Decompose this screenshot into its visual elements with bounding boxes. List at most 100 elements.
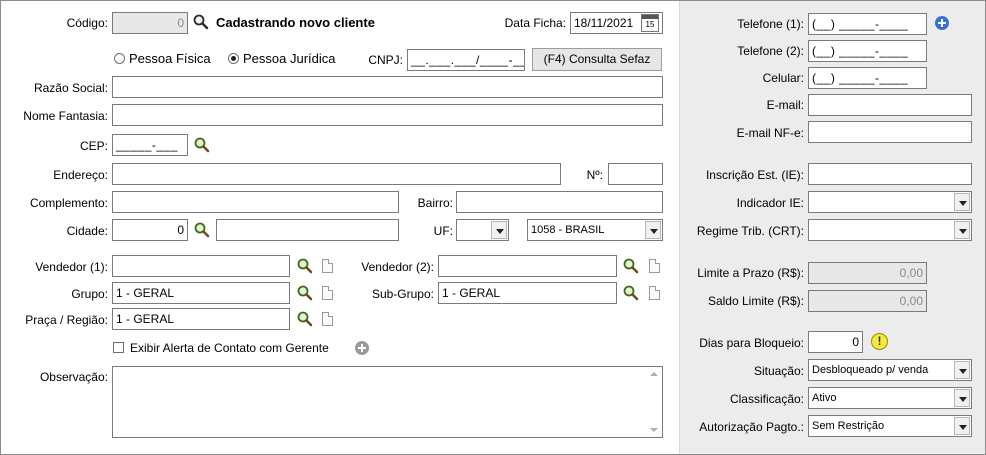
vendedor1-label: Vendedor (1): bbox=[35, 260, 108, 274]
autorizacao-select[interactable]: Sem Restrição bbox=[808, 415, 972, 437]
numero-field[interactable] bbox=[608, 163, 663, 185]
pais-value: 1058 - BRASIL bbox=[531, 224, 605, 236]
subgrupo-document-icon[interactable] bbox=[649, 286, 660, 300]
email-nfe-label: E-mail NF-e: bbox=[736, 126, 804, 140]
chevron-down-icon[interactable] bbox=[954, 389, 970, 407]
complemento-label: Complemento: bbox=[29, 196, 108, 210]
vendedor2-document-icon[interactable] bbox=[649, 259, 660, 273]
dias-bloqueio-label: Dias para Bloqueio: bbox=[699, 336, 804, 350]
saldo-field: 0,00 bbox=[808, 290, 927, 312]
praca-document-icon[interactable] bbox=[322, 312, 333, 326]
cnpj-label: CNPJ: bbox=[368, 53, 403, 67]
telefone2-label: Telefone (2): bbox=[737, 44, 804, 58]
chevron-down-icon[interactable] bbox=[954, 221, 970, 239]
limite-field: 0,00 bbox=[808, 262, 927, 284]
cep-lookup-icon[interactable] bbox=[193, 136, 211, 154]
telefone2-field[interactable]: (__) _____-____ bbox=[808, 40, 927, 62]
autorizacao-value: Sem Restrição bbox=[812, 420, 885, 432]
cep-field[interactable]: _____-___ bbox=[112, 134, 188, 156]
cidade-lookup-icon[interactable] bbox=[193, 221, 211, 239]
complemento-field[interactable] bbox=[112, 191, 399, 213]
vendedor2-lookup-icon[interactable] bbox=[622, 257, 640, 275]
dias-bloqueio-field[interactable]: 0 bbox=[808, 331, 863, 353]
regime-label: Regime Trib. (CRT): bbox=[696, 224, 804, 238]
vendedor1-field[interactable] bbox=[112, 255, 290, 277]
endereco-label: Endereço: bbox=[53, 168, 108, 182]
razao-social-label: Razão Social: bbox=[33, 81, 108, 95]
bairro-label: Bairro: bbox=[417, 196, 453, 210]
pessoa-fisica-label[interactable]: Pessoa Física bbox=[129, 51, 211, 66]
indicador-ie-select[interactable] bbox=[808, 191, 972, 213]
pessoa-fisica-radio[interactable] bbox=[114, 53, 125, 64]
chevron-down-icon[interactable] bbox=[645, 221, 661, 239]
grupo-document-icon[interactable] bbox=[322, 286, 333, 300]
nome-fantasia-label: Nome Fantasia: bbox=[23, 109, 108, 123]
subgrupo-label: Sub-Grupo: bbox=[371, 287, 434, 301]
celular-field[interactable]: (__) _____-____ bbox=[808, 67, 927, 89]
cidade-name-field[interactable] bbox=[216, 219, 399, 241]
codigo-label: Código: bbox=[66, 16, 108, 30]
situacao-select[interactable]: Desbloqueado p/ venda bbox=[808, 359, 972, 381]
indicador-ie-label: Indicador IE: bbox=[736, 196, 804, 210]
praca-lookup-icon[interactable] bbox=[296, 310, 314, 328]
uf-select[interactable] bbox=[456, 219, 509, 241]
alerta-checkbox[interactable] bbox=[113, 342, 124, 353]
praca-field[interactable]: 1 - GERAL bbox=[112, 308, 290, 330]
calendar-icon[interactable]: 15 bbox=[641, 14, 659, 32]
add-phone-icon[interactable] bbox=[935, 16, 949, 30]
limite-label: Limite a Prazo (R$): bbox=[697, 266, 804, 280]
add-alert-icon[interactable] bbox=[355, 341, 369, 355]
cidade-code-field[interactable]: 0 bbox=[112, 219, 188, 241]
cep-label: CEP: bbox=[79, 139, 108, 153]
email-field[interactable] bbox=[808, 94, 972, 116]
vendedor1-lookup-icon[interactable] bbox=[296, 257, 314, 275]
bairro-field[interactable] bbox=[456, 191, 663, 213]
email-nfe-field[interactable] bbox=[808, 121, 972, 143]
chevron-down-icon[interactable] bbox=[954, 361, 970, 379]
uf-label: UF: bbox=[433, 224, 453, 238]
grupo-label: Grupo: bbox=[71, 287, 108, 301]
chevron-down-icon[interactable] bbox=[954, 417, 970, 435]
cidade-label: Cidade: bbox=[66, 224, 108, 238]
data-ficha-label: Data Ficha: bbox=[504, 16, 566, 30]
saldo-label: Saldo Limite (R$): bbox=[707, 294, 804, 308]
vendedor2-label: Vendedor (2): bbox=[361, 260, 434, 274]
ie-label: Inscrição Est. (IE): bbox=[705, 168, 804, 182]
scroll-down-icon[interactable] bbox=[650, 428, 658, 432]
cnpj-field[interactable]: __.___.___/____-__ bbox=[407, 49, 525, 71]
scroll-up-icon[interactable] bbox=[650, 372, 658, 376]
observacao-scrollbar[interactable] bbox=[646, 367, 662, 437]
grupo-lookup-icon[interactable] bbox=[296, 284, 314, 302]
chevron-down-icon[interactable] bbox=[954, 193, 970, 211]
vendedor1-document-icon[interactable] bbox=[322, 259, 333, 273]
subgrupo-field[interactable]: 1 - GERAL bbox=[438, 282, 617, 304]
razao-social-field[interactable] bbox=[112, 76, 663, 98]
search-icon[interactable] bbox=[192, 13, 210, 31]
telefone1-label: Telefone (1): bbox=[737, 17, 804, 31]
endereco-field[interactable] bbox=[112, 163, 561, 185]
situacao-label: Situação: bbox=[753, 364, 804, 378]
nome-fantasia-field[interactable] bbox=[112, 104, 663, 126]
situacao-value: Desbloqueado p/ venda bbox=[812, 364, 929, 376]
consulta-sefaz-button[interactable]: (F4) Consulta Sefaz bbox=[532, 48, 662, 71]
ie-field[interactable] bbox=[808, 163, 972, 185]
codigo-field: 0 bbox=[112, 12, 188, 34]
telefone1-field[interactable]: (__) _____-____ bbox=[808, 13, 927, 35]
classificacao-select[interactable]: Ativo bbox=[808, 387, 972, 409]
pessoa-juridica-label[interactable]: Pessoa Jurídica bbox=[243, 51, 336, 66]
email-label: E-mail: bbox=[766, 98, 804, 112]
regime-select[interactable] bbox=[808, 219, 972, 241]
observacao-textarea[interactable] bbox=[112, 366, 663, 438]
grupo-field[interactable]: 1 - GERAL bbox=[112, 282, 290, 304]
chevron-down-icon[interactable] bbox=[491, 221, 507, 239]
subgrupo-lookup-icon[interactable] bbox=[622, 284, 640, 302]
vendedor2-field[interactable] bbox=[438, 255, 617, 277]
numero-label: Nº: bbox=[586, 168, 603, 182]
celular-label: Celular: bbox=[762, 71, 804, 85]
autorizacao-label: Autorização Pagto.: bbox=[699, 420, 804, 434]
warning-icon: ! bbox=[871, 333, 888, 350]
alerta-label[interactable]: Exibir Alerta de Contato com Gerente bbox=[130, 341, 329, 355]
observacao-text bbox=[113, 367, 662, 373]
pais-select[interactable]: 1058 - BRASIL bbox=[527, 219, 663, 241]
pessoa-juridica-radio[interactable] bbox=[228, 53, 239, 64]
